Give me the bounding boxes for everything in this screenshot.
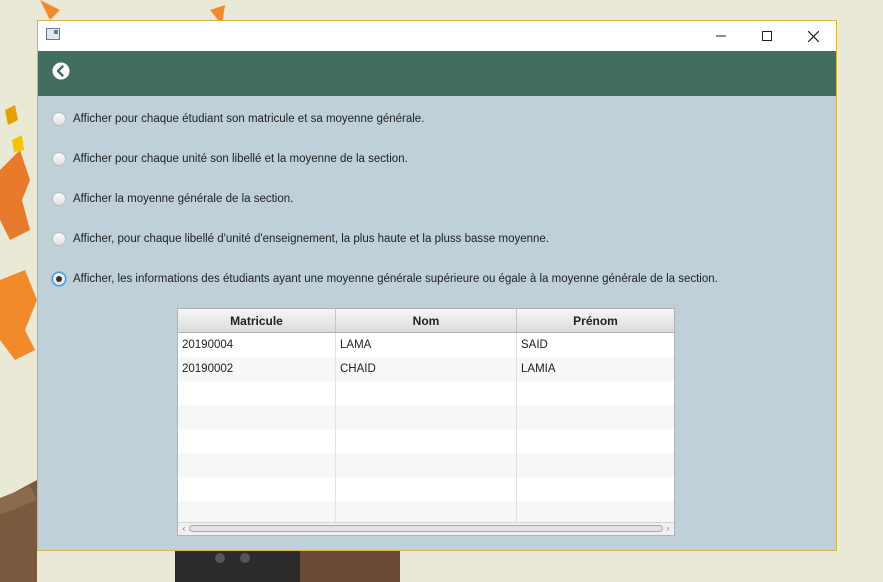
students-table[interactable]: Matricule Nom Prénom 20190004 LAMA SAID …: [177, 308, 675, 536]
empty-row: [178, 429, 674, 453]
table-body: 20190004 LAMA SAID 20190002 CHAID LAMIA: [178, 333, 674, 525]
empty-row: [178, 453, 674, 477]
scroll-left-icon[interactable]: ‹: [180, 525, 188, 533]
option-label: Afficher la moyenne générale de la secti…: [73, 193, 294, 205]
option-section-average[interactable]: Afficher la moyenne générale de la secti…: [52, 189, 293, 209]
back-arrow-circle-icon[interactable]: [52, 62, 70, 80]
cell-matricule: 20190004: [178, 333, 336, 357]
option-students-above-average[interactable]: Afficher, les informations des étudiants…: [52, 269, 718, 289]
column-header-matricule[interactable]: Matricule: [178, 309, 336, 332]
table-row[interactable]: 20190002 CHAID LAMIA: [178, 357, 674, 381]
radio-button[interactable]: [52, 152, 66, 166]
radio-button[interactable]: [52, 112, 66, 126]
app-window: Afficher pour chaque étudiant son matric…: [37, 20, 837, 551]
minimize-icon: [716, 35, 726, 37]
option-unit-average[interactable]: Afficher pour chaque unité son libellé e…: [52, 149, 408, 169]
cell-nom: CHAID: [336, 357, 517, 381]
empty-row: [178, 405, 674, 429]
close-button[interactable]: [790, 21, 836, 51]
app-window-icon: [46, 28, 60, 40]
radio-button-selected[interactable]: [52, 272, 66, 286]
cell-prenom: SAID: [521, 339, 548, 351]
app-header: [38, 51, 836, 96]
column-header-prenom[interactable]: Prénom: [517, 309, 674, 332]
radio-button[interactable]: [52, 192, 66, 206]
cell-prenom: LAMIA: [521, 363, 556, 375]
option-student-average[interactable]: Afficher pour chaque étudiant son matric…: [52, 109, 424, 129]
scroll-right-icon[interactable]: ›: [664, 525, 672, 533]
column-header-nom[interactable]: Nom: [336, 309, 517, 332]
option-label: Afficher, les informations des étudiants…: [73, 273, 718, 285]
cell-matricule: 20190002: [178, 357, 336, 381]
empty-row: [178, 381, 674, 405]
close-icon: [807, 30, 819, 42]
empty-row: [178, 477, 674, 501]
horizontal-scrollbar[interactable]: ‹ ›: [178, 522, 674, 535]
maximize-icon: [762, 31, 772, 41]
table-row[interactable]: 20190004 LAMA SAID: [178, 333, 674, 357]
minimize-button[interactable]: [698, 21, 744, 51]
title-bar: [38, 21, 836, 51]
maximize-button[interactable]: [744, 21, 790, 51]
option-label: Afficher, pour chaque libellé d'unité d'…: [73, 233, 549, 245]
table-header: Matricule Nom Prénom: [178, 309, 674, 333]
option-max-min-average[interactable]: Afficher, pour chaque libellé d'unité d'…: [52, 229, 549, 249]
scrollbar-thumb[interactable]: [189, 525, 663, 532]
main-content: Afficher pour chaque étudiant son matric…: [38, 96, 836, 550]
radio-button[interactable]: [52, 232, 66, 246]
option-label: Afficher pour chaque unité son libellé e…: [73, 153, 408, 165]
option-label: Afficher pour chaque étudiant son matric…: [73, 113, 425, 125]
cell-nom: LAMA: [336, 333, 517, 357]
